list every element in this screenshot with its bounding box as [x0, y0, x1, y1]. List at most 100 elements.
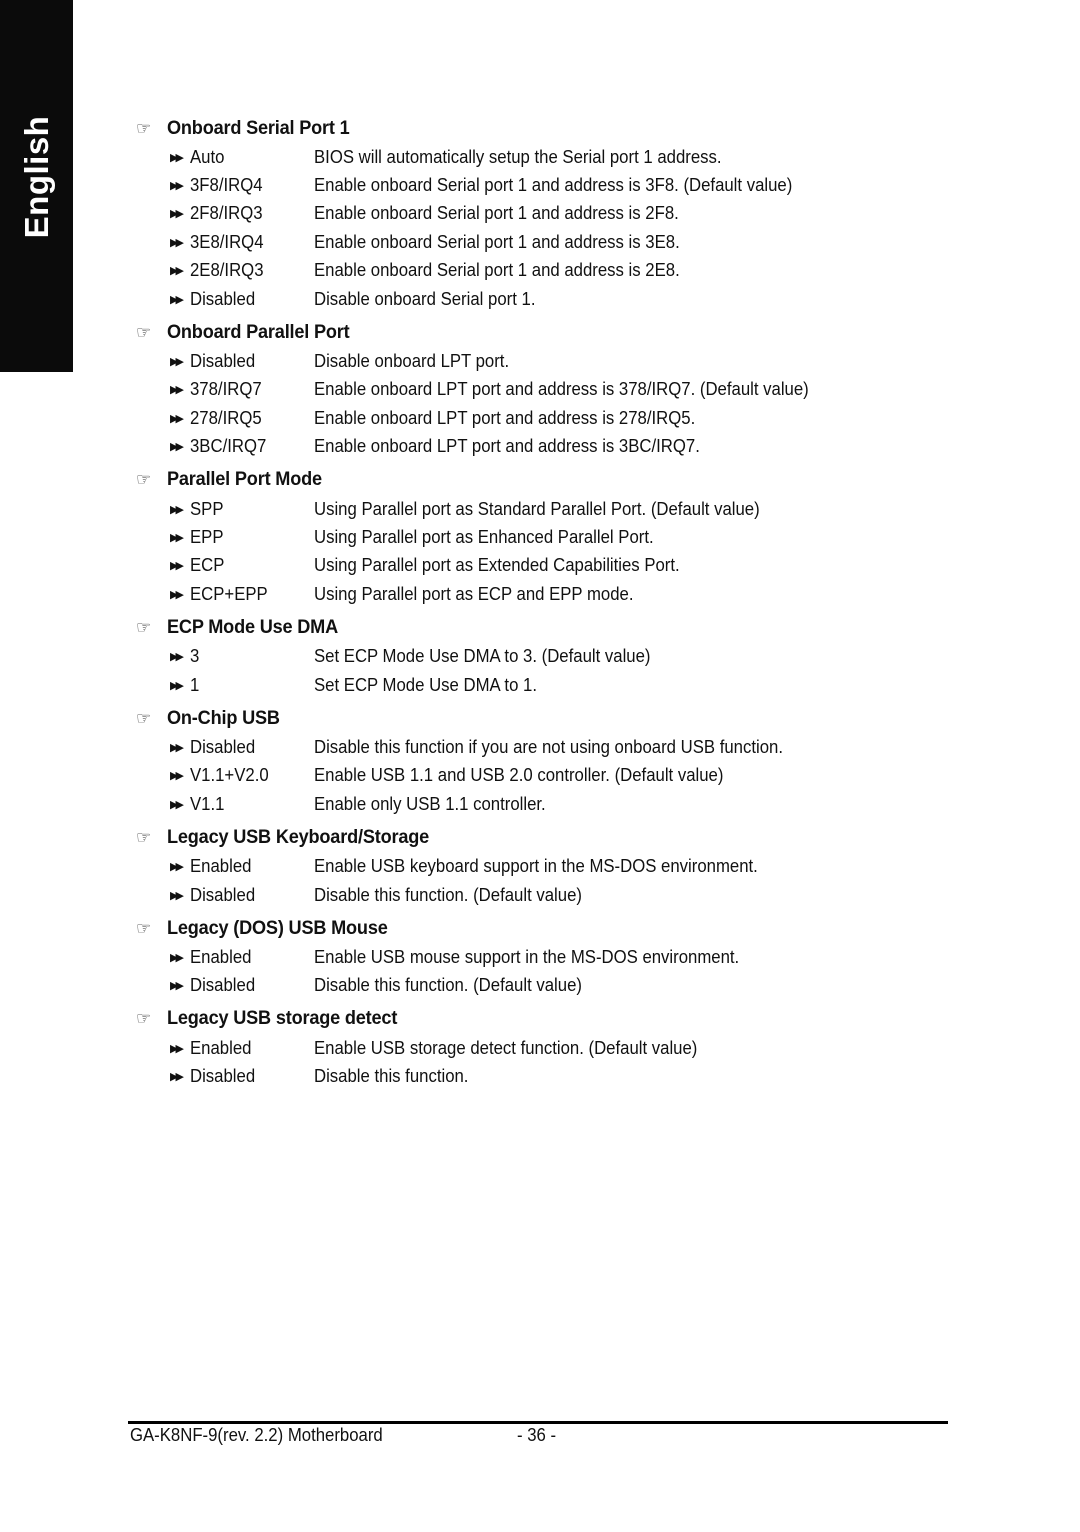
double-arrow-icon: ▶▶: [170, 1042, 184, 1055]
pointing-hand-icon: ☞: [136, 918, 152, 938]
option-value: ECP: [190, 555, 225, 576]
double-arrow-icon: ▶▶: [170, 889, 184, 902]
option-description: Enable onboard LPT port and address is 3…: [314, 379, 809, 400]
double-arrow-icon: ▶▶: [170, 980, 184, 993]
option-value: V1.1+V2.0: [190, 765, 269, 786]
option-description: Enable onboard Serial port 1 and address…: [314, 260, 680, 281]
option-value: 3: [190, 646, 200, 667]
setting-section: ☞ Parallel Port Mode ▶▶ SPP Using Parallel p…: [136, 465, 956, 613]
double-arrow-icon: ▶▶: [170, 861, 184, 874]
option-description: Enable onboard Serial port 1 and address…: [314, 231, 680, 252]
section-title: Legacy (DOS) USB Mouse: [167, 916, 388, 939]
footer-divider: [128, 1421, 948, 1424]
bios-options-content: ☞ Onboard Serial Port 1 ▶▶ Auto BIOS will au…: [136, 113, 956, 1095]
double-arrow-icon: ▶▶: [170, 180, 184, 193]
section-title: Onboard Parallel Port: [167, 320, 350, 343]
option-row: ▶▶ EPP Using Parallel port as Enhanced Par…: [136, 523, 956, 551]
option-value: 2E8/IRQ3: [190, 260, 264, 281]
option-row: ▶▶ Enabled Enable USB mouse support in the…: [136, 943, 956, 971]
section-heading: ☞ Legacy (DOS) USB Mouse: [136, 913, 956, 943]
double-arrow-icon: ▶▶: [170, 265, 184, 278]
option-description: Enable onboard LPT port and address is 2…: [314, 407, 696, 428]
option-description: Enable USB storage detect function. (Def…: [314, 1037, 698, 1058]
option-value: V1.1: [190, 793, 225, 814]
option-value: 278/IRQ5: [190, 407, 262, 428]
option-row: ▶▶ 3E8/IRQ4 Enable onboard Serial port 1 a…: [136, 228, 956, 256]
double-arrow-icon: ▶▶: [170, 384, 184, 397]
section-heading: ☞ Legacy USB storage detect: [136, 1004, 956, 1034]
option-description: Disable this function.: [314, 1066, 469, 1087]
option-row: ▶▶ Disabled Disable this function. (Defaul…: [136, 972, 956, 1000]
option-description: Disable onboard Serial port 1.: [314, 288, 536, 309]
option-value: 3E8/IRQ4: [190, 231, 264, 252]
section-title: Legacy USB Keyboard/Storage: [167, 825, 430, 848]
option-value: Disabled: [190, 288, 256, 309]
option-row: ▶▶ 278/IRQ5 Enable onboard LPT port and ad…: [136, 404, 956, 432]
double-arrow-icon: ▶▶: [170, 588, 184, 601]
option-description: Enable USB mouse support in the MS-DOS e…: [314, 946, 740, 967]
option-description: Enable onboard Serial port 1 and address…: [314, 175, 793, 196]
option-row: ▶▶ 3 Set ECP Mode Use DMA to 3. (Default v…: [136, 642, 956, 670]
section-heading: ☞ ECP Mode Use DMA: [136, 612, 956, 642]
option-row: ▶▶ Enabled Enable USB keyboard support in …: [136, 852, 956, 880]
page-footer: GA-K8NF-9(rev. 2.2) Motherboard - 36 -: [130, 1425, 559, 1446]
section-heading: ☞ Onboard Parallel Port: [136, 317, 956, 347]
option-row: ▶▶ 2E8/IRQ3 Enable onboard Serial port 1 a…: [136, 257, 956, 285]
option-value: ECP+EPP: [190, 583, 268, 604]
section-title: Legacy USB storage detect: [167, 1007, 398, 1030]
double-arrow-icon: ▶▶: [170, 503, 184, 516]
double-arrow-icon: ▶▶: [170, 208, 184, 221]
option-value: Disabled: [190, 975, 256, 996]
option-row: ▶▶ 1 Set ECP Mode Use DMA to 1.: [136, 671, 956, 699]
option-description: Enable onboard Serial port 1 and address…: [314, 203, 679, 224]
double-arrow-icon: ▶▶: [170, 770, 184, 783]
double-arrow-icon: ▶▶: [170, 679, 184, 692]
option-value: 3BC/IRQ7: [190, 436, 267, 457]
pointing-hand-icon: ☞: [136, 470, 152, 490]
double-arrow-icon: ▶▶: [170, 151, 184, 164]
option-row: ▶▶ 2F8/IRQ3 Enable onboard Serial port 1 a…: [136, 200, 956, 228]
setting-section: ☞ Onboard Serial Port 1 ▶▶ Auto BIOS will au…: [136, 113, 956, 317]
setting-section: ☞ ECP Mode Use DMA ▶▶ 3 Set ECP Mode Use DMA…: [136, 612, 956, 703]
language-side-tab: English: [0, 0, 73, 372]
pointing-hand-icon: ☞: [136, 827, 152, 847]
option-description: Set ECP Mode Use DMA to 3. (Default valu…: [314, 646, 651, 667]
option-description: Disable onboard LPT port.: [314, 351, 510, 372]
pointing-hand-icon: ☞: [136, 708, 152, 728]
option-description: Using Parallel port as Standard Parallel…: [314, 498, 760, 519]
section-heading: ☞ Legacy USB Keyboard/Storage: [136, 822, 956, 852]
option-row: ▶▶ 3F8/IRQ4 Enable onboard Serial port 1 a…: [136, 171, 956, 199]
setting-section: ☞ Onboard Parallel Port ▶▶ Disabled Disable …: [136, 317, 956, 465]
pointing-hand-icon: ☞: [136, 1009, 152, 1029]
option-row: ▶▶ V1.1+V2.0 Enable USB 1.1 and USB 2.0 co…: [136, 762, 956, 790]
double-arrow-icon: ▶▶: [170, 236, 184, 249]
setting-section: ☞ Legacy (DOS) USB Mouse ▶▶ Enabled Enable U…: [136, 913, 956, 1004]
option-value: Enabled: [190, 1037, 252, 1058]
option-value: Disabled: [190, 884, 256, 905]
double-arrow-icon: ▶▶: [170, 560, 184, 573]
option-description: Disable this function. (Default value): [314, 884, 582, 905]
double-arrow-icon: ▶▶: [170, 651, 184, 664]
section-title: Onboard Serial Port 1: [167, 116, 350, 139]
option-description: Disable this function if you are not usi…: [314, 736, 784, 757]
option-value: Disabled: [190, 736, 256, 757]
option-description: Using Parallel port as Enhanced Parallel…: [314, 526, 654, 547]
option-description: BIOS will automatically setup the Serial…: [314, 146, 722, 167]
section-title: ECP Mode Use DMA: [167, 615, 339, 638]
option-value: 1: [190, 674, 200, 695]
section-heading: ☞ Onboard Serial Port 1: [136, 113, 956, 143]
setting-section: ☞ On-Chip USB ▶▶ Disabled Disable this funct…: [136, 703, 956, 822]
option-value: Enabled: [190, 856, 252, 877]
option-description: Enable only USB 1.1 controller.: [314, 793, 546, 814]
double-arrow-icon: ▶▶: [170, 741, 184, 754]
option-row: ▶▶ ECP+EPP Using Parallel port as ECP and …: [136, 580, 956, 608]
option-description: Disable this function. (Default value): [314, 975, 582, 996]
section-heading: ☞ On-Chip USB: [136, 703, 956, 733]
option-value: EPP: [190, 526, 224, 547]
option-description: Enable USB keyboard support in the MS-DO…: [314, 856, 758, 877]
section-title: Parallel Port Mode: [167, 468, 322, 491]
option-value: Enabled: [190, 946, 252, 967]
double-arrow-icon: ▶▶: [170, 1071, 184, 1084]
option-row: ▶▶ Disabled Disable this function.: [136, 1062, 956, 1090]
option-value: Disabled: [190, 1066, 256, 1087]
